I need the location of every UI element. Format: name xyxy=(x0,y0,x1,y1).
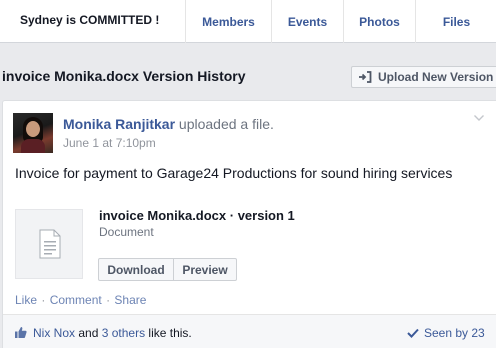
action-separator: · xyxy=(106,293,111,307)
file-thumbnail[interactable] xyxy=(15,209,83,279)
upload-new-version-button[interactable]: Upload New Version xyxy=(351,66,496,88)
page-title: invoice Monika.docx Version History xyxy=(2,68,246,84)
group-header-bar: Sydney is COMMITTED ! Members Events Pho… xyxy=(0,0,496,43)
upload-new-version-label: Upload New Version xyxy=(378,70,494,84)
avatar[interactable] xyxy=(13,113,53,153)
file-type: Document xyxy=(99,225,154,239)
preview-button[interactable]: Preview xyxy=(174,259,236,280)
upload-icon xyxy=(359,71,372,83)
thumbs-up-icon xyxy=(15,327,27,338)
likes-and: and xyxy=(75,326,102,340)
checkmark-icon xyxy=(407,328,419,338)
comment-link[interactable]: Comment xyxy=(50,293,102,307)
author-name[interactable]: Monika Ranjitkar xyxy=(63,116,175,132)
file-title[interactable]: invoice Monika.docx · version 1 xyxy=(99,208,295,223)
author-action: uploaded a file. xyxy=(178,116,274,132)
avatar-body xyxy=(21,139,45,153)
chevron-down-icon[interactable] xyxy=(473,113,485,123)
liker-name[interactable]: Nix Nox xyxy=(33,326,75,340)
group-tabs: Members Events Photos Files xyxy=(185,0,496,43)
post-message: Invoice for payment to Garage24 Producti… xyxy=(15,165,453,181)
document-icon xyxy=(39,229,61,259)
action-separator: · xyxy=(41,293,46,307)
share-link[interactable]: Share xyxy=(114,293,146,307)
post-timestamp[interactable]: June 1 at 7:10pm xyxy=(63,136,156,150)
group-name[interactable]: Sydney is COMMITTED ! xyxy=(20,13,159,27)
like-link[interactable]: Like xyxy=(15,293,37,307)
post-actions: Like · Comment · Share xyxy=(15,293,146,307)
file-post-card: Monika Ranjitkar uploaded a file. June 1… xyxy=(2,100,496,348)
tab-files[interactable]: Files xyxy=(415,0,496,43)
likes-others-link[interactable]: 3 others xyxy=(102,326,145,340)
avatar-face xyxy=(26,121,40,137)
likes-suffix: like this. xyxy=(145,326,192,340)
seen-by[interactable]: Seen by 23 xyxy=(407,326,485,340)
seen-by-label: Seen by 23 xyxy=(424,326,485,340)
tab-photos[interactable]: Photos xyxy=(343,0,415,43)
author-line: Monika Ranjitkar uploaded a file. xyxy=(63,116,274,132)
download-button[interactable]: Download xyxy=(99,259,174,280)
post-footer: Nix Nox and 3 others like this. Seen by … xyxy=(3,314,496,348)
file-button-group: Download Preview xyxy=(98,258,237,281)
tab-events[interactable]: Events xyxy=(271,0,343,43)
likes-summary: Nix Nox and 3 others like this. xyxy=(33,326,192,340)
tab-members[interactable]: Members xyxy=(185,0,271,43)
